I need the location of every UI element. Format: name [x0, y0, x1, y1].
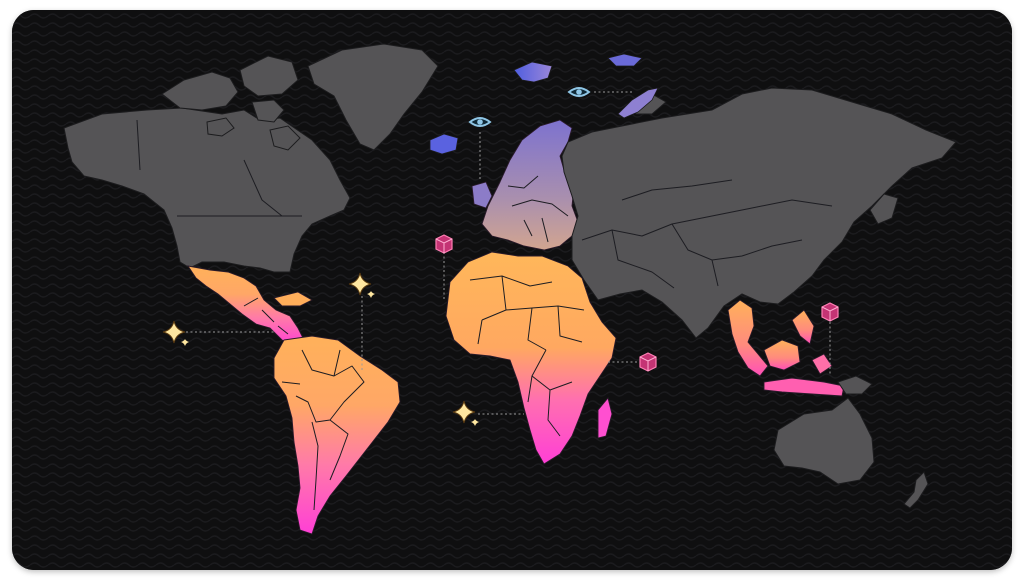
eye-icon[interactable]	[567, 87, 591, 97]
box-icon[interactable]	[821, 302, 839, 322]
box-icon[interactable]	[639, 352, 657, 372]
world-map	[12, 10, 1012, 570]
eye-icon[interactable]	[468, 117, 492, 127]
world-map-card	[12, 10, 1012, 570]
box-icon[interactable]	[435, 234, 453, 254]
